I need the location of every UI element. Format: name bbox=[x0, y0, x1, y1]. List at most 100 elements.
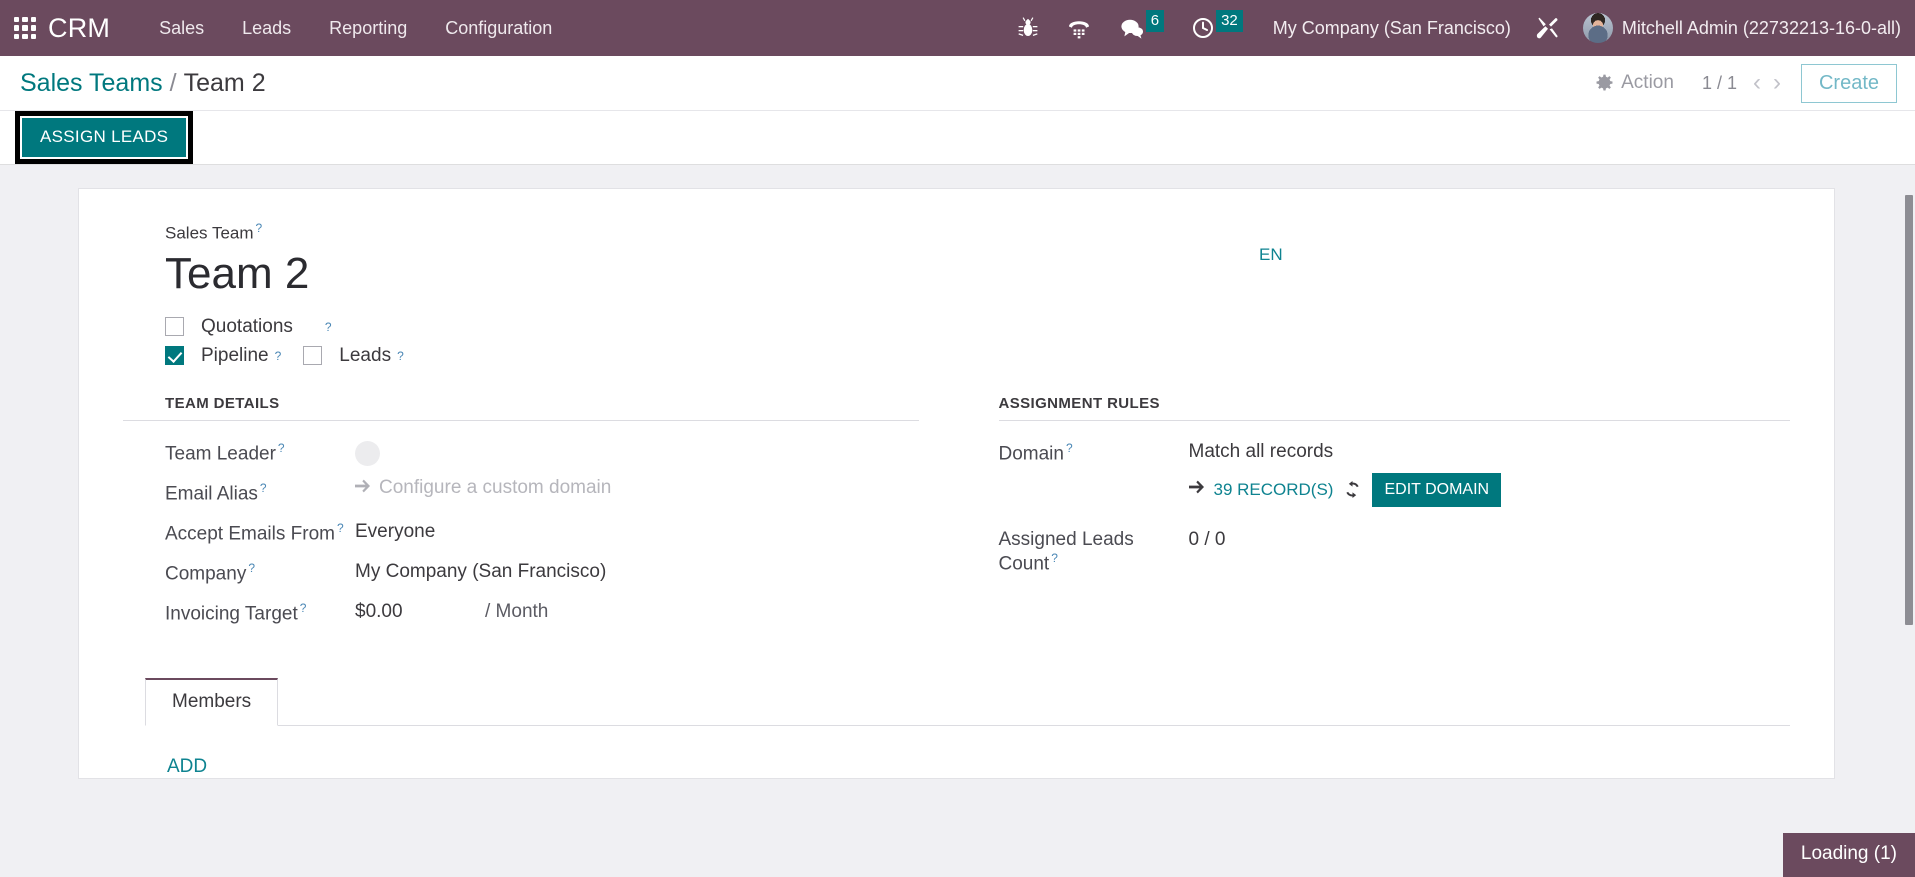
invoicing-target-value[interactable]: $0.00 bbox=[355, 601, 485, 623]
help-icon[interactable]: ? bbox=[275, 349, 282, 363]
control-panel-button-bar: ASSIGN LEADS bbox=[0, 111, 1915, 165]
form-columns: TEAM DETAILS Team Leader? Email Alias? C… bbox=[123, 395, 1790, 637]
control-panel-actions: Action 1 / 1 ‹ › Create bbox=[1595, 63, 1897, 103]
team-leader-avatar-placeholder[interactable] bbox=[355, 440, 380, 466]
assigned-leads-label: Assigned Leads Count bbox=[998, 528, 1134, 575]
pager-counter[interactable]: 1 / 1 bbox=[1702, 73, 1737, 94]
field-accept-emails-from: Accept Emails From? Everyone bbox=[123, 517, 919, 557]
help-icon[interactable]: ? bbox=[260, 481, 267, 495]
field-invoicing-target: Invoicing Target? $0.00/ Month bbox=[123, 597, 919, 637]
pager-next-icon[interactable]: › bbox=[1767, 71, 1787, 95]
menu-configuration[interactable]: Configuration bbox=[426, 0, 571, 56]
create-button[interactable]: Create bbox=[1800, 63, 1897, 103]
add-member-link[interactable]: ADD bbox=[167, 756, 207, 778]
assignment-rules-group: ASSIGNMENT RULES Domain? Match all recor… bbox=[957, 395, 1791, 637]
company-switcher[interactable]: My Company (San Francisco) bbox=[1273, 18, 1511, 39]
email-alias-label: Email Alias bbox=[165, 483, 258, 505]
team-details-title: TEAM DETAILS bbox=[123, 395, 919, 421]
sales-team-label-row: Sales Team? bbox=[123, 221, 1790, 243]
email-alias-label-wrap: Email Alias? bbox=[165, 477, 355, 505]
page-scrollbar[interactable] bbox=[1904, 165, 1915, 877]
field-assigned-leads-count: Assigned Leads Count? 0 / 0 bbox=[999, 525, 1791, 575]
form-sheet: EN Sales Team? Team 2 Quotations? Pipeli… bbox=[78, 188, 1835, 779]
quotations-label: Quotations bbox=[201, 315, 293, 337]
team-details-group: TEAM DETAILS Team Leader? Email Alias? C… bbox=[123, 395, 957, 637]
company-label-wrap: Company? bbox=[165, 557, 355, 585]
messages-badge: 6 bbox=[1145, 10, 1165, 32]
pager-previous-icon[interactable]: ‹ bbox=[1747, 71, 1767, 95]
loading-indicator: Loading (1) bbox=[1782, 833, 1915, 877]
accept-emails-value[interactable]: Everyone bbox=[355, 517, 435, 543]
invoicing-target-value-wrap: $0.00/ Month bbox=[355, 597, 548, 623]
checkbox-row-quotations: Quotations? bbox=[123, 316, 1790, 338]
field-team-leader: Team Leader? bbox=[123, 437, 919, 477]
phone-dialpad-icon[interactable] bbox=[1066, 17, 1092, 39]
tools-wrench-icon[interactable] bbox=[1535, 16, 1559, 40]
menu-leads[interactable]: Leads bbox=[223, 0, 310, 56]
menu-reporting[interactable]: Reporting bbox=[310, 0, 426, 56]
avatar bbox=[1582, 13, 1613, 43]
help-icon[interactable]: ? bbox=[300, 601, 307, 615]
help-icon[interactable]: ? bbox=[256, 221, 263, 235]
help-icon[interactable]: ? bbox=[1066, 441, 1073, 455]
messages-icon[interactable]: 6 bbox=[1120, 10, 1165, 39]
help-icon[interactable]: ? bbox=[248, 561, 255, 575]
activities-clock-icon[interactable]: 32 bbox=[1192, 10, 1243, 39]
help-icon[interactable]: ? bbox=[278, 441, 285, 455]
team-leader-label-wrap: Team Leader? bbox=[165, 437, 355, 465]
accept-emails-label: Accept Emails From bbox=[165, 523, 335, 545]
action-label: Action bbox=[1621, 72, 1674, 93]
assign-leads-button[interactable]: ASSIGN LEADS bbox=[22, 118, 187, 157]
top-navbar: CRM Sales Leads Reporting Configuration bbox=[0, 0, 1915, 56]
configure-custom-domain-link[interactable]: Configure a custom domain bbox=[355, 477, 611, 499]
page-scrollbar-thumb[interactable] bbox=[1905, 195, 1913, 625]
pipeline-checkbox[interactable] bbox=[165, 346, 184, 366]
records-count-link[interactable]: 39 RECORD(S) bbox=[1214, 480, 1334, 500]
menu-sales[interactable]: Sales bbox=[140, 0, 223, 56]
quotations-checkbox[interactable] bbox=[165, 317, 184, 337]
field-domain: Domain? Match all records 39 RECORD(S) E… bbox=[999, 437, 1791, 507]
invoicing-target-unit: / Month bbox=[485, 600, 549, 622]
help-icon[interactable]: ? bbox=[1051, 551, 1058, 565]
refresh-icon[interactable] bbox=[1344, 481, 1361, 499]
assignment-rules-title: ASSIGNMENT RULES bbox=[998, 395, 1790, 421]
help-icon[interactable]: ? bbox=[397, 349, 404, 363]
assign-leads-highlight: ASSIGN LEADS bbox=[15, 111, 194, 164]
help-icon[interactable]: ? bbox=[325, 320, 332, 334]
arrow-right-icon bbox=[355, 477, 379, 499]
action-menu-button[interactable]: Action bbox=[1595, 72, 1674, 94]
notebook-tabs: Members bbox=[145, 677, 1790, 726]
edit-domain-button[interactable]: EDIT DOMAIN bbox=[1372, 472, 1502, 507]
user-menu[interactable]: Mitchell Admin (22732213-16-0-all) bbox=[1582, 13, 1901, 43]
activities-badge: 32 bbox=[1216, 10, 1243, 32]
accept-emails-label-wrap: Accept Emails From? bbox=[165, 517, 355, 545]
tab-members[interactable]: Members bbox=[145, 677, 279, 726]
field-company: Company? My Company (San Francisco) bbox=[123, 557, 919, 597]
company-label: Company bbox=[165, 563, 247, 585]
domain-label-wrap: Domain? bbox=[999, 437, 1189, 465]
help-icon[interactable]: ? bbox=[337, 521, 344, 535]
control-panel-breadcrumb-bar: Sales Teams / Team 2 Action 1 / 1 ‹ › Cr… bbox=[0, 56, 1915, 111]
language-badge[interactable]: EN bbox=[1259, 245, 1283, 265]
breadcrumb-root-sales-teams[interactable]: Sales Teams bbox=[20, 69, 163, 98]
configure-custom-domain-label: Configure a custom domain bbox=[379, 476, 612, 498]
company-value[interactable]: My Company (San Francisco) bbox=[355, 557, 606, 583]
checkbox-row-pipeline-leads: Pipeline? Leads? bbox=[123, 345, 1790, 367]
page-title[interactable]: Team 2 bbox=[123, 249, 1790, 300]
user-name-label: Mitchell Admin (22732213-16-0-all) bbox=[1621, 17, 1901, 38]
domain-label: Domain bbox=[998, 443, 1064, 465]
notebook-tab-body-members: ADD bbox=[145, 726, 1790, 778]
apps-grid-icon[interactable] bbox=[14, 17, 36, 39]
invoicing-target-label-wrap: Invoicing Target? bbox=[165, 597, 355, 625]
arrow-right-icon bbox=[1188, 480, 1207, 499]
app-brand-crm[interactable]: CRM bbox=[48, 13, 110, 44]
domain-actions: 39 RECORD(S) EDIT DOMAIN bbox=[1188, 472, 1502, 507]
breadcrumb-current-record: Team 2 bbox=[183, 68, 266, 97]
notebook: Members ADD bbox=[123, 677, 1790, 778]
domain-value: Match all records bbox=[1188, 440, 1334, 462]
bug-icon[interactable] bbox=[1018, 17, 1038, 39]
sales-team-label: Sales Team bbox=[165, 223, 254, 243]
field-email-alias: Email Alias? Configure a custom domain bbox=[123, 477, 919, 517]
breadcrumb-separator: / bbox=[169, 68, 177, 97]
leads-checkbox[interactable] bbox=[303, 346, 323, 366]
